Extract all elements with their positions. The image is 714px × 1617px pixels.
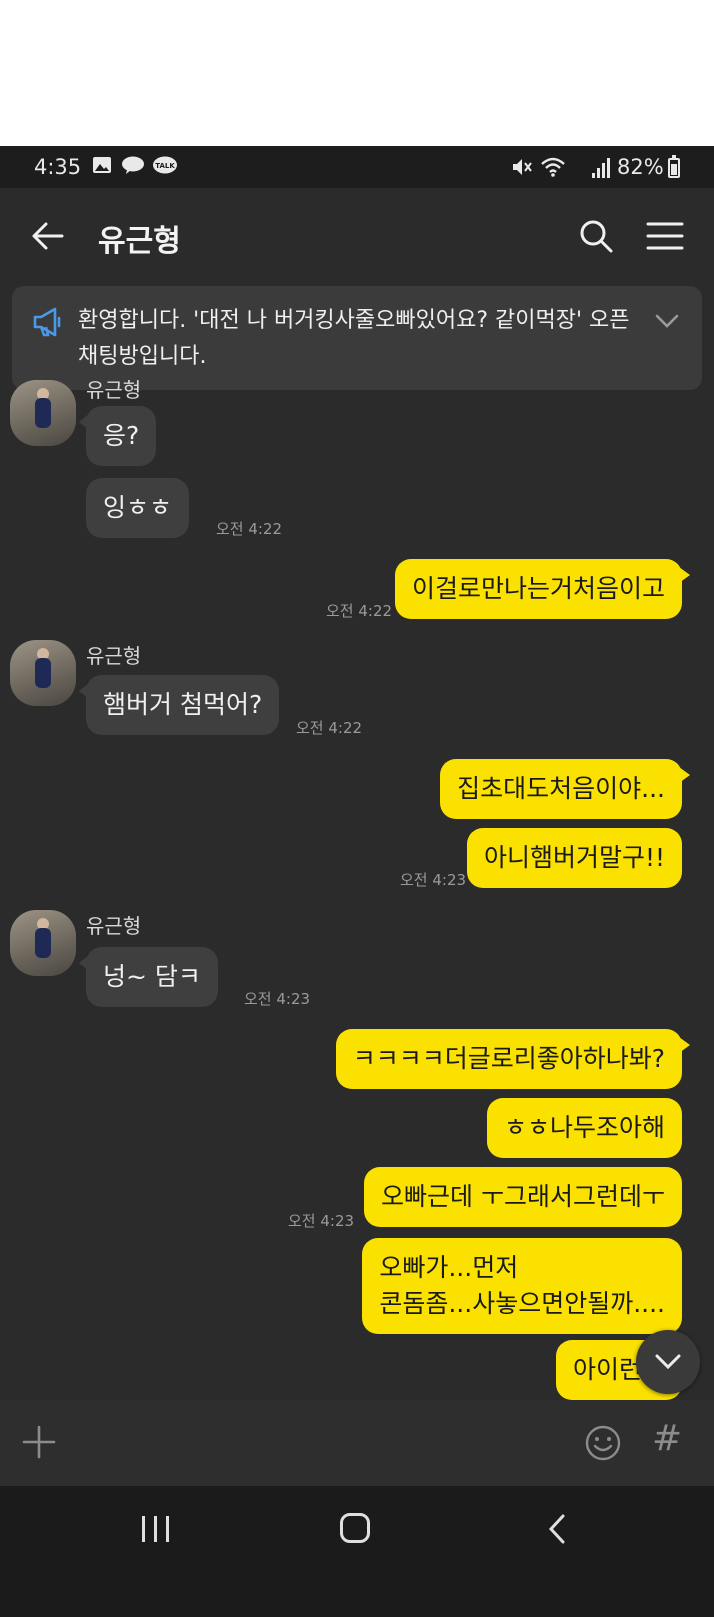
message-bubble-incoming[interactable]: 넝~ 담ㅋ [79,947,218,1007]
emoji-icon[interactable] [584,1424,622,1462]
status-bar: 4:35 TALK 82% [0,146,714,188]
notice-text: 환영합니다. '대전 나 버거킹사줄오빠있어요? 같이먹장' 오픈채팅방입니다. [78,308,630,369]
chat-title: 유근형 [98,224,181,259]
signal-icon [592,158,612,178]
plus-icon[interactable] [22,1425,56,1459]
chevron-down-icon [655,1354,681,1370]
status-time: 4:35 [34,155,82,179]
message-input-bar: # [0,1400,714,1486]
chat-header: 유근형 [0,188,714,288]
sender-name: 유근형 [86,644,142,668]
message-line: 콘돔좀...사놓으면안될까.... [379,1289,665,1318]
message-bubble-incoming[interactable]: 햄버거 첨먹어? [78,675,280,735]
search-icon[interactable] [578,218,614,254]
message-time: 오전 4:22 [216,520,283,538]
hash-icon[interactable]: # [652,1418,682,1459]
top-blank-area [0,0,714,146]
system-nav-bar [0,1486,714,1617]
battery-icon [668,155,680,178]
wifi-icon [540,156,566,183]
message-bubble-outgoing[interactable]: 이걸로만나는거처음이고 [394,559,691,619]
message-bubble-outgoing[interactable]: 아니햄버거말구!! [466,828,682,888]
message-bubble-outgoing[interactable]: ㅋㅋㅋㅋ더글로리좋아하나봐? [335,1029,691,1089]
message-time: 오전 4:23 [244,990,311,1008]
chat-bubble-icon [121,156,145,179]
message-time: 오전 4:23 [288,1212,355,1230]
sender-name: 유근형 [86,378,142,402]
recent-apps-icon[interactable] [140,1516,174,1542]
phone-screen: 4:35 TALK 82% 유근형 환영합니다. '대전 나 버거킹사줄오빠있어… [0,146,714,1617]
chevron-down-icon[interactable] [654,311,680,331]
message-time: 오전 4:23 [400,871,467,889]
message-bubble-outgoing[interactable]: 오빠근데 ㅜ그래서그런데ㅜ [364,1167,682,1227]
back-arrow-icon[interactable] [30,218,66,254]
message-bubble-outgoing[interactable]: ㅎㅎ나두조아해 [486,1098,682,1158]
scroll-to-bottom-button[interactable] [636,1330,700,1394]
home-icon[interactable] [340,1513,370,1543]
message-bubble-incoming[interactable]: 잉ㅎㅎ [86,478,190,538]
message-bubble-outgoing[interactable]: 오빠가...먼저 콘돔좀...사놓으면안될까.... [362,1238,682,1334]
talk-icon: TALK [152,156,178,181]
avatar[interactable] [10,380,76,446]
message-bubble-incoming[interactable]: 응? [78,406,157,466]
message-line: 오빠가...먼저 [379,1253,519,1282]
battery-percent: 82% [617,155,664,179]
image-icon [92,156,112,179]
avatar[interactable] [10,910,76,976]
mute-icon [510,156,534,183]
back-icon[interactable] [545,1513,569,1545]
sender-name: 유근형 [86,914,142,938]
menu-icon[interactable] [646,218,684,254]
message-bubble-outgoing[interactable]: 집초대도처음이야... [440,759,690,819]
svg-text:TALK: TALK [155,162,175,170]
megaphone-icon [33,307,61,337]
message-time: 오전 4:22 [326,602,393,620]
avatar[interactable] [10,640,76,706]
message-time: 오전 4:22 [296,719,363,737]
